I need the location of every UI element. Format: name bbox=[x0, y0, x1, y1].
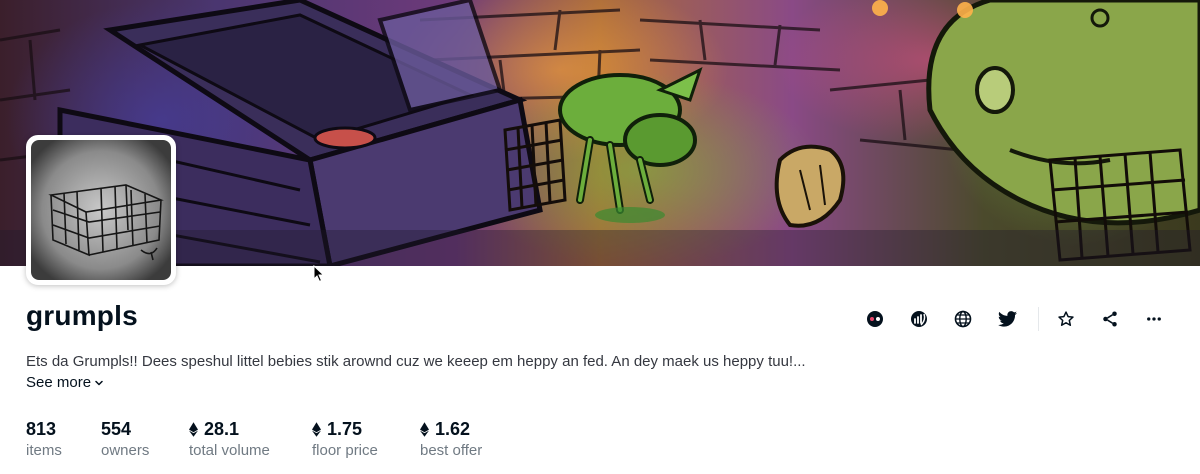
stat-best-offer-label: best offer bbox=[420, 442, 483, 459]
stat-floor-price-label: floor price bbox=[312, 442, 378, 459]
chevron-down-icon bbox=[95, 380, 103, 385]
stat-owners: 554 owners bbox=[101, 418, 150, 460]
stat-total-volume-value: 28.1 bbox=[204, 418, 240, 439]
collection-actions bbox=[862, 306, 1185, 332]
twitter-button[interactable] bbox=[994, 306, 1020, 332]
star-icon bbox=[1058, 311, 1074, 326]
collection-description: Ets da Grumpls!! Dees speshul littel beb… bbox=[26, 353, 806, 370]
mouse-cursor-icon bbox=[313, 265, 325, 283]
actions-divider bbox=[1038, 307, 1039, 331]
collection-avatar bbox=[26, 135, 176, 285]
ethereum-icon bbox=[420, 421, 429, 437]
website-button[interactable] bbox=[950, 306, 976, 332]
etherscan-icon bbox=[911, 311, 927, 327]
collection-banner bbox=[0, 0, 1200, 266]
twitter-icon bbox=[997, 311, 1017, 327]
stat-floor-price: 1.75 floor price bbox=[312, 418, 378, 459]
stat-total-volume-label: total volume bbox=[189, 442, 270, 459]
favorite-button[interactable] bbox=[1053, 306, 1079, 332]
ethereum-icon bbox=[189, 421, 198, 437]
stat-total-volume: 28.1 total volume bbox=[189, 418, 270, 459]
opensea-pro-icon bbox=[867, 311, 883, 327]
share-icon bbox=[1103, 311, 1117, 327]
share-button[interactable] bbox=[1097, 306, 1123, 332]
etherscan-button[interactable] bbox=[906, 306, 932, 332]
opensea-pro-button[interactable] bbox=[862, 306, 888, 332]
more-options-button[interactable] bbox=[1141, 306, 1167, 332]
stat-best-offer: 1.62 best offer bbox=[420, 418, 482, 459]
stat-owners-value: 554 bbox=[101, 418, 132, 439]
avatar-artwork bbox=[31, 140, 171, 280]
see-more-toggle[interactable]: See more bbox=[26, 374, 104, 391]
stat-items-label: items bbox=[26, 442, 62, 459]
more-icon bbox=[1147, 317, 1161, 321]
banner-artwork bbox=[0, 0, 1200, 266]
stat-floor-price-value: 1.75 bbox=[327, 418, 363, 439]
stat-best-offer-value: 1.62 bbox=[435, 418, 471, 439]
collection-title: grumpls bbox=[26, 300, 138, 331]
stat-owners-label: owners bbox=[101, 442, 150, 459]
ethereum-icon bbox=[312, 421, 321, 437]
see-more-label: See more bbox=[26, 374, 92, 391]
stat-items-value: 813 bbox=[26, 418, 57, 439]
stat-items: 813 items bbox=[26, 418, 62, 460]
globe-icon bbox=[954, 310, 972, 328]
